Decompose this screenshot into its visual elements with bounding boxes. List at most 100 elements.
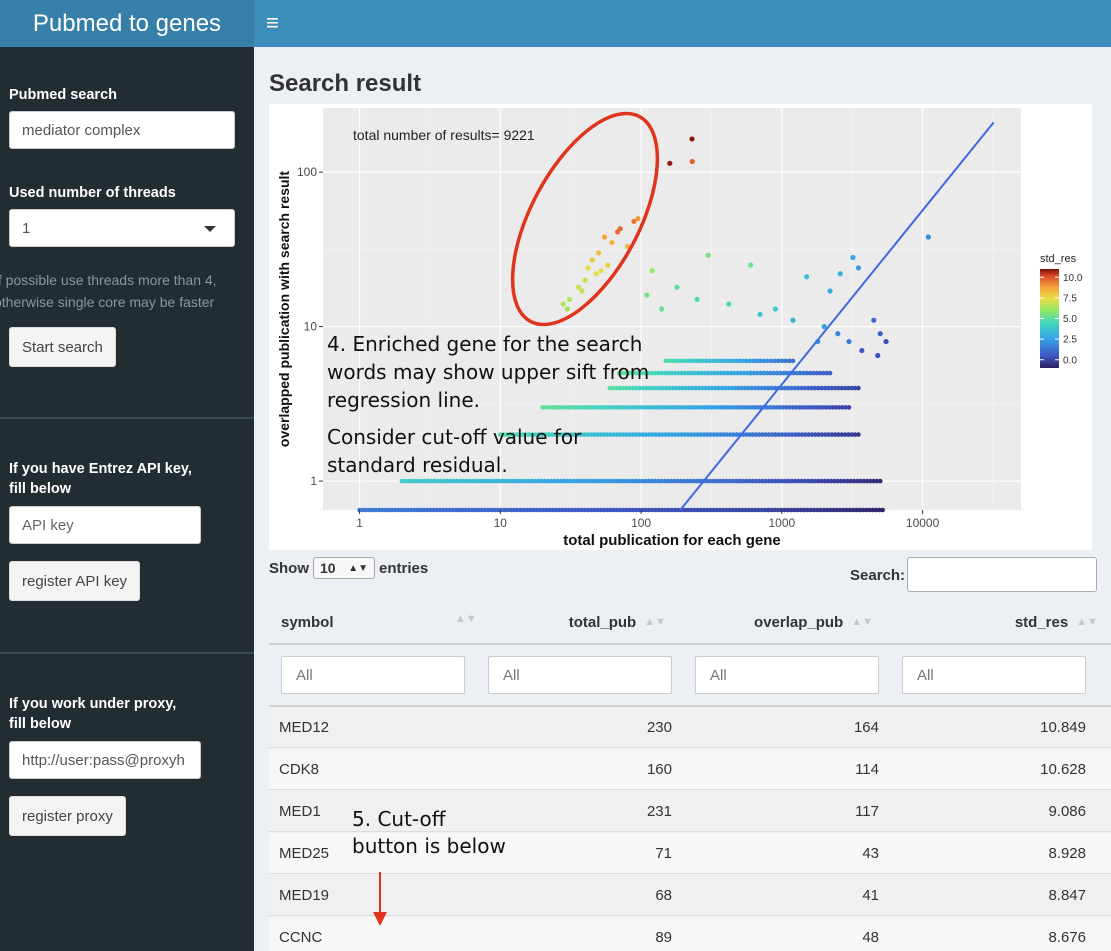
sort-icon: ▲▼ (851, 616, 873, 628)
filter-symbol-input[interactable]: All (281, 656, 465, 694)
data-point (790, 358, 796, 364)
cell-total-pub: 160 (646, 761, 672, 778)
column-header-total-pub[interactable]: total_pub ▲▼ (569, 600, 666, 644)
data-point (614, 229, 621, 235)
legend-tick-label: 0.0 (1063, 355, 1077, 366)
data-point (880, 507, 885, 513)
data-point (846, 338, 852, 345)
proxy-input[interactable]: http://user:pass@proxyh (9, 741, 201, 779)
cell-total-pub: 230 (646, 719, 672, 736)
x-tick-label: 1000 (768, 516, 795, 530)
filter-std-res-input[interactable]: All (902, 656, 1086, 694)
api-key-label: If you have Entrez API key, fill below (9, 459, 192, 499)
data-point (883, 338, 889, 345)
cell-total-pub: 71 (655, 845, 672, 862)
column-header-label: std_res (1014, 613, 1069, 631)
sort-icon: ▲▼ (644, 616, 666, 628)
table-row[interactable]: MED12 230 164 10.849 (269, 707, 1111, 748)
table-length-control: Show 10 ▲▼ entries (269, 557, 428, 579)
sort-icon: ▲▼ (1076, 616, 1098, 628)
api-key-label-line-2: fill below (9, 481, 72, 497)
filter-overlap-pub-input[interactable]: All (695, 656, 879, 694)
sidebar-divider (0, 417, 254, 419)
data-point (593, 271, 599, 277)
table-row[interactable]: CDK8 160 114 10.628 (269, 749, 1111, 790)
data-point (804, 274, 810, 280)
data-point (856, 385, 861, 391)
plot-annotation-line: words may show upper sift from (327, 360, 649, 384)
data-point (659, 306, 665, 312)
data-point (596, 250, 602, 256)
legend-tick-label: 7.5 (1063, 293, 1077, 304)
x-tick-label: 1 (356, 516, 363, 530)
api-key-input[interactable]: API key (9, 506, 201, 544)
legend-tick-label: 5.0 (1063, 314, 1077, 325)
entries-label: entries (379, 559, 429, 577)
table-search-input[interactable] (907, 557, 1097, 592)
data-point (564, 306, 571, 312)
threads-help-line-1: If possible use threads more than 4, (0, 272, 217, 288)
top-navbar: ≡ (254, 0, 1111, 47)
down-arrow-icon (373, 872, 387, 926)
column-header-std-res[interactable]: std_res ▲▼ (1015, 600, 1098, 644)
x-tick-label: 10 (494, 516, 508, 530)
plot-annotation-line: 4. Enriched gene for the search (327, 332, 642, 356)
cell-total-pub: 89 (655, 928, 672, 946)
data-point (748, 262, 754, 268)
plot-panel (323, 108, 1021, 510)
sidebar-divider (0, 652, 254, 654)
proxy-label-line-2: fill below (9, 716, 72, 732)
cell-symbol: MED19 (279, 887, 330, 904)
table-row[interactable]: CCNC 89 48 8.676 (269, 917, 1111, 951)
threads-select[interactable]: 1 (9, 209, 235, 247)
data-point (601, 234, 608, 240)
column-header-symbol[interactable]: symbol (281, 600, 334, 644)
x-tick-label: 10000 (906, 516, 940, 530)
data-point (846, 405, 852, 410)
threads-label: Used number of threads (9, 185, 176, 201)
data-point (871, 317, 877, 323)
data-point (856, 432, 861, 437)
register-proxy-button[interactable]: register proxy (9, 796, 126, 836)
data-point (560, 301, 566, 307)
cell-std-res: 9.086 (1048, 803, 1086, 820)
x-axis-label: total publication for each gene (563, 532, 781, 549)
hamburger-icon[interactable]: ≡ (266, 12, 279, 34)
plot-annotation-total: total number of results= 9221 (353, 127, 535, 143)
pubmed-search-input[interactable]: mediator complex (9, 111, 235, 149)
data-point (635, 216, 641, 222)
data-point (644, 292, 650, 298)
legend-tick-label: 2.5 (1063, 335, 1077, 346)
column-header-label: symbol (281, 613, 334, 631)
threads-help-line-2: otherwise single core may be faster (0, 294, 215, 310)
api-key-label-line-1: If you have Entrez API key, (9, 461, 192, 477)
cell-symbol: MED12 (279, 719, 330, 736)
cell-overlap-pub: 114 (855, 761, 879, 778)
start-search-button[interactable]: Start search (9, 327, 116, 367)
data-point (585, 265, 591, 271)
sort-icon[interactable]: ▲▼ (455, 613, 477, 625)
scatter-plot-svg: total number of results= 9221 1 10 100 1000… (276, 108, 1083, 549)
data-point (835, 331, 841, 337)
data-point (674, 284, 680, 290)
threads-select-value: 1 (22, 219, 31, 237)
scatter-plot: total number of results= 9221 1 10 100 1000… (269, 104, 1092, 550)
plot-annotation-line: regression line. (327, 388, 480, 412)
cell-overlap-pub: 117 (855, 803, 879, 820)
cell-overlap-pub: 41 (862, 887, 879, 904)
x-tick-label: 100 (631, 516, 651, 530)
cell-std-res: 8.676 (1048, 928, 1086, 946)
threads-help-text: If possible use threads more than 4, oth… (0, 269, 217, 313)
filter-total-pub-input[interactable]: All (488, 656, 672, 694)
cell-symbol: MED1 (279, 803, 321, 820)
data-point (790, 317, 796, 323)
column-header-overlap-pub[interactable]: overlap_pub ▲▼ (754, 600, 873, 644)
data-point (877, 331, 883, 337)
register-api-key-button[interactable]: register API key (9, 561, 141, 601)
entries-length-value: 10 (320, 560, 336, 576)
cell-overlap-pub: 48 (862, 928, 879, 946)
data-point (772, 306, 779, 312)
y-axis-label: overlapped publication with search resul… (276, 171, 292, 448)
entries-length-select[interactable]: 10 ▲▼ (313, 557, 375, 579)
table-row[interactable]: MED19 68 41 8.847 (269, 875, 1111, 916)
